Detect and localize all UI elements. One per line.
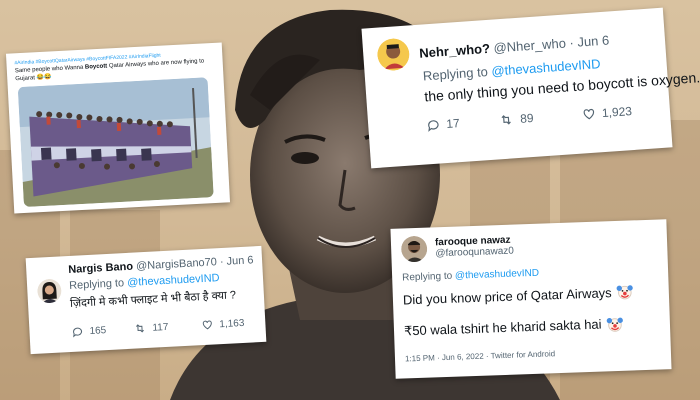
reply-button[interactable]: 17 bbox=[426, 113, 499, 132]
tweet-card-nehr: Nehr_who? @Nher_who · Jun 6 Replying to … bbox=[361, 7, 700, 169]
author-handle[interactable]: @farooqunawaz0 bbox=[435, 246, 514, 260]
like-count: 1,163 bbox=[219, 317, 245, 330]
like-icon bbox=[583, 108, 595, 120]
tweet-text-line1: Did you know price of Qatar Airways bbox=[402, 284, 612, 307]
reply-icon bbox=[73, 327, 83, 338]
photo-tweet-text-bold: Boycott bbox=[84, 63, 108, 71]
like-icon bbox=[202, 320, 212, 330]
photo-tweet-text-part1: Same people who Wanna bbox=[14, 64, 86, 75]
retweet-button[interactable]: 117 bbox=[133, 319, 202, 335]
replying-handle[interactable]: @thevashudevIND bbox=[455, 268, 539, 282]
avatar[interactable] bbox=[376, 37, 410, 71]
avatar[interactable] bbox=[401, 236, 428, 263]
author-handle[interactable]: @Nher_who bbox=[493, 35, 566, 55]
retweet-icon bbox=[136, 324, 144, 333]
replying-handle[interactable]: @thevashudevIND bbox=[127, 272, 220, 289]
tweet-card-farooque: farooque nawaz @farooqunawaz0 Replying t… bbox=[390, 219, 672, 379]
like-button[interactable]: 1,163 bbox=[201, 317, 245, 331]
tweet-date: · Jun 6 bbox=[219, 254, 254, 269]
crowded-train-photo bbox=[17, 77, 214, 208]
author-handle[interactable]: @NargisBano70 bbox=[136, 256, 217, 272]
tweet-text-line2: ₹50 wala tshirt he kharid sakta hai bbox=[403, 316, 602, 339]
tweet-card-photo: #AirIndia #BoycottQatarAirways #BoycottF… bbox=[5, 42, 231, 214]
like-count: 1,923 bbox=[601, 104, 633, 121]
clown-emoji-icon bbox=[606, 317, 623, 332]
clown-emoji-icon bbox=[616, 285, 633, 300]
tweet-date: · Jun 6 bbox=[568, 31, 610, 50]
like-button[interactable]: 1,923 bbox=[582, 104, 633, 121]
tweet-timestamp-footer[interactable]: 1:15 PM · Jun 6, 2022 · Twitter for Andr… bbox=[405, 349, 555, 363]
avatar[interactable] bbox=[37, 278, 62, 304]
reply-count: 165 bbox=[89, 324, 107, 337]
tweet-text: ज़िंदगी मे कभी फ्लाइट मे भी बैठा है क्या… bbox=[69, 289, 237, 310]
author-name[interactable]: Nargis Bano bbox=[68, 261, 133, 276]
reply-icon bbox=[428, 120, 439, 132]
retweet-button[interactable]: 89 bbox=[498, 108, 583, 128]
reply-count: 17 bbox=[445, 116, 461, 131]
reply-button[interactable]: 165 bbox=[71, 323, 134, 338]
replying-to: Replying to @thevashudevIND bbox=[402, 268, 539, 284]
replying-prefix: Replying to bbox=[68, 276, 128, 292]
author-name[interactable]: Nehr_who? bbox=[419, 40, 491, 60]
retweet-count: 89 bbox=[519, 110, 534, 126]
tweet-card-nargis: Nargis Bano @NargisBano70 · Jun 6 Replyi… bbox=[25, 245, 267, 355]
retweet-count: 117 bbox=[152, 321, 169, 334]
replying-prefix: Replying to bbox=[401, 270, 456, 284]
retweet-icon bbox=[501, 115, 511, 125]
